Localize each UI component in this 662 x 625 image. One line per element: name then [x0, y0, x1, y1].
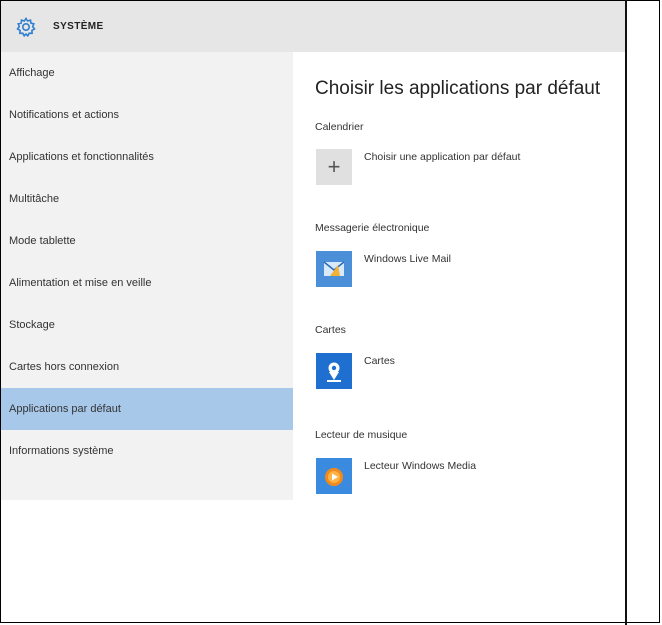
maps-app-chooser[interactable]: Cartes	[316, 353, 395, 389]
sidebar-item-applications[interactable]: Applications et fonctionnalités	[1, 136, 293, 178]
sidebar-item-label: Alimentation et mise en veille	[9, 277, 152, 289]
sidebar-item-label: Multitâche	[9, 193, 60, 205]
maps-icon	[316, 353, 352, 389]
sidebar-item-multitache[interactable]: Multitâche	[1, 178, 293, 220]
sidebar-item-stockage[interactable]: Stockage	[1, 304, 293, 346]
plus-icon: +	[316, 149, 352, 185]
mail-app-chooser[interactable]: Windows Live Mail	[316, 251, 451, 287]
sidebar-item-affichage[interactable]: Affichage	[1, 52, 293, 94]
section-label-lecteur-musique: Lecteur de musique	[315, 429, 408, 441]
windows-live-mail-icon	[316, 251, 352, 287]
section-label-calendrier: Calendrier	[315, 121, 364, 133]
page-title: Choisir les applications par défaut	[315, 78, 601, 99]
sidebar-item-informations-systeme[interactable]: Informations système	[1, 430, 293, 472]
main-content: Choisir les applications par défaut Cale…	[294, 52, 625, 500]
windows-media-player-icon	[316, 458, 352, 494]
sidebar-item-label: Applications et fonctionnalités	[9, 151, 154, 163]
app-name: Cartes	[364, 355, 395, 367]
sidebar-item-mode-tablette[interactable]: Mode tablette	[1, 220, 293, 262]
header-bar: SYSTÈME	[1, 1, 625, 52]
sidebar-item-label: Informations système	[9, 445, 114, 457]
app-name: Choisir une application par défaut	[364, 151, 521, 163]
sidebar-item-notifications[interactable]: Notifications et actions	[1, 94, 293, 136]
sidebar-item-label: Notifications et actions	[9, 109, 120, 121]
calendar-app-chooser[interactable]: + Choisir une application par défaut	[316, 149, 520, 185]
app-name: Lecteur Windows Media	[364, 460, 477, 472]
sidebar-item-label: Affichage	[9, 67, 55, 79]
sidebar-item-label: Applications par défaut	[9, 403, 121, 415]
app-name: Windows Live Mail	[364, 253, 451, 265]
gear-icon	[15, 16, 37, 38]
sidebar-item-applications-par-defaut[interactable]: Applications par défaut	[1, 388, 293, 430]
sidebar-item-label: Cartes hors connexion	[9, 361, 120, 373]
sidebar-item-cartes-hors-connexion[interactable]: Cartes hors connexion	[1, 346, 293, 388]
window-edge	[625, 0, 627, 625]
sidebar-item-label: Mode tablette	[9, 235, 76, 247]
music-app-chooser[interactable]: Lecteur Windows Media	[316, 458, 476, 494]
sidebar-item-alimentation[interactable]: Alimentation et mise en veille	[1, 262, 293, 304]
section-label-messagerie: Messagerie électronique	[315, 222, 430, 234]
sidebar: Affichage Notifications et actions Appli…	[1, 52, 293, 500]
page-header-title: SYSTÈME	[53, 21, 104, 32]
sidebar-item-label: Stockage	[9, 319, 55, 331]
section-label-cartes: Cartes	[315, 324, 346, 336]
